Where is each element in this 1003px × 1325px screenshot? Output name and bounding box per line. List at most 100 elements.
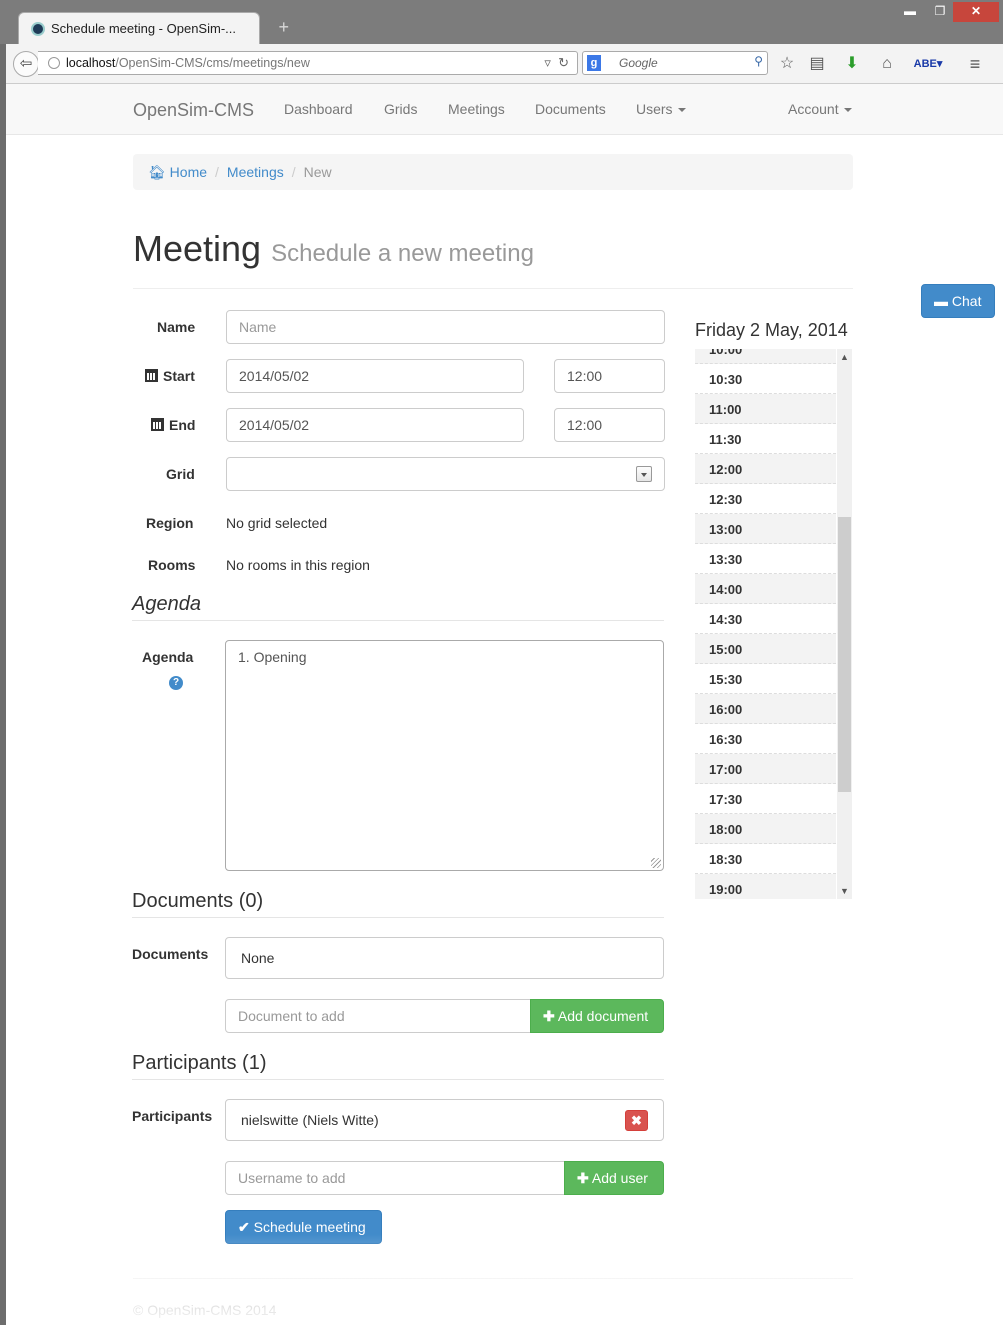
rooms-value: No rooms in this region xyxy=(226,557,370,573)
plus-icon: ✚ xyxy=(543,1008,555,1024)
schedule-meeting-button[interactable]: ✔ Schedule meeting xyxy=(225,1210,382,1244)
grid-label: Grid xyxy=(166,466,195,482)
calendar-day-view[interactable]: 10:00 10:30 11:00 11:30 12:00 12:30 13:00 13:30… xyxy=(695,349,852,899)
checkmark-icon: ✔ xyxy=(238,1219,250,1235)
download-icon[interactable]: ⬇ xyxy=(841,53,863,75)
breadcrumb-home[interactable]: 🏠︎ Home xyxy=(148,164,207,180)
reload-icon[interactable]: ▿ ↻ xyxy=(544,55,569,71)
agenda-label: Agenda xyxy=(142,649,194,665)
google-icon[interactable]: g xyxy=(587,55,601,71)
bookmark-star-icon[interactable]: ☆ xyxy=(776,53,798,75)
help-icon[interactable]: ? xyxy=(169,676,183,690)
site-brand[interactable]: OpenSim-CMS xyxy=(133,100,254,121)
start-date-input[interactable]: 2014/05/02 xyxy=(226,359,524,393)
document-add-input[interactable]: Document to add xyxy=(225,999,531,1033)
calendar-time-slot[interactable]: 17:00 xyxy=(695,754,836,784)
documents-list-value: None xyxy=(241,950,275,966)
calendar-time-slot[interactable]: 12:30 xyxy=(695,484,836,514)
minimize-icon[interactable]: ▬ xyxy=(897,2,923,22)
rooms-label: Rooms xyxy=(148,557,196,573)
name-input[interactable]: Name xyxy=(226,310,665,344)
end-label-text: End xyxy=(169,417,196,433)
site-navbar: OpenSim-CMS Dashboard Grids Meetings Doc… xyxy=(6,84,1003,135)
comment-icon: ▬ xyxy=(934,293,948,309)
plus-icon: ✚ xyxy=(577,1170,589,1186)
reading-list-icon[interactable]: ▤ xyxy=(806,53,828,75)
calendar-time-slot[interactable]: 13:30 xyxy=(695,544,836,574)
grid-select[interactable] xyxy=(226,457,665,491)
calendar-time-slot[interactable]: 11:30 xyxy=(695,424,836,454)
end-date-input[interactable]: 2014/05/02 xyxy=(226,408,524,442)
close-window-icon[interactable]: ✕ xyxy=(953,2,999,22)
back-arrow-icon[interactable]: ⇦ xyxy=(13,51,39,77)
resize-grip-icon[interactable] xyxy=(651,858,661,868)
scroll-down-icon[interactable]: ▼ xyxy=(840,886,849,896)
add-user-label: Add user xyxy=(591,1170,648,1186)
breadcrumb-separator: / xyxy=(215,164,219,180)
site-favicon-icon xyxy=(31,22,45,36)
start-time-input[interactable]: 12:00 xyxy=(554,359,665,393)
agenda-textarea[interactable]: 1. Opening xyxy=(225,640,664,871)
name-label: Name xyxy=(157,319,196,335)
participants-section-title: Participants (1) xyxy=(132,1052,664,1080)
nav-documents[interactable]: Documents xyxy=(535,101,606,117)
calendar-time-slot[interactable]: 14:30 xyxy=(695,604,836,634)
remove-participant-icon[interactable]: ✖ xyxy=(625,1110,648,1131)
home-icon: 🏠︎ xyxy=(148,164,166,180)
nav-users-dropdown[interactable]: Users xyxy=(636,101,686,117)
chat-button[interactable]: ▬ Chat xyxy=(921,284,995,318)
breadcrumb-separator: / xyxy=(291,164,296,180)
calendar-time-slot[interactable]: 12:00 xyxy=(695,454,836,484)
end-time-input[interactable]: 12:00 xyxy=(554,408,665,442)
breadcrumb-current: New xyxy=(303,164,332,180)
calendar-icon xyxy=(151,418,164,431)
addon-abe-icon[interactable]: ABE▾ xyxy=(912,53,944,75)
participants-label: Participants xyxy=(132,1108,213,1124)
calendar-time-slot[interactable]: 10:00 xyxy=(695,349,836,364)
page-header: Meeting Schedule a new meeting xyxy=(133,228,853,289)
calendar-time-slot[interactable]: 16:00 xyxy=(695,694,836,724)
calendar-scrollbar[interactable]: ▲ ▼ xyxy=(837,349,852,899)
maximize-icon[interactable]: ❐ xyxy=(927,2,953,22)
participant-name: nielswitte (Niels Witte) xyxy=(241,1112,379,1128)
calendar-time-slot[interactable]: 13:00 xyxy=(695,514,836,544)
home-icon[interactable]: ⌂ xyxy=(876,53,898,75)
nav-meetings[interactable]: Meetings xyxy=(448,101,505,117)
calendar-time-slot[interactable]: 16:30 xyxy=(695,724,836,754)
start-label: Start xyxy=(145,368,195,384)
browser-toolbar: ⇦ localhost/OpenSim-CMS/cms/meetings/new… xyxy=(6,44,1003,84)
url-host: localhost xyxy=(66,56,116,70)
search-icon[interactable]: ⚲ xyxy=(754,54,763,68)
new-tab-icon[interactable]: + xyxy=(278,17,289,38)
chevron-down-icon[interactable] xyxy=(636,466,652,482)
agenda-text: 1. Opening xyxy=(238,649,307,665)
add-user-button[interactable]: ✚ Add user xyxy=(564,1161,664,1195)
nav-account-dropdown[interactable]: Account xyxy=(788,101,852,117)
breadcrumb-meetings[interactable]: Meetings xyxy=(227,164,284,180)
documents-label: Documents xyxy=(132,946,209,962)
breadcrumb-home-label: Home xyxy=(169,164,208,180)
address-bar[interactable]: localhost/OpenSim-CMS/cms/meetings/new ▿… xyxy=(38,51,578,75)
calendar-time-slot[interactable]: 18:30 xyxy=(695,844,836,874)
agenda-section-title: Agenda xyxy=(132,593,664,621)
page-subtitle: Schedule a new meeting xyxy=(271,240,534,267)
nav-grids[interactable]: Grids xyxy=(384,101,417,117)
calendar-time-slot[interactable]: 17:30 xyxy=(695,784,836,814)
calendar-time-slot[interactable]: 19:00 xyxy=(695,874,836,899)
nav-dashboard[interactable]: Dashboard xyxy=(284,101,353,117)
scrollbar-thumb[interactable] xyxy=(838,517,851,792)
menu-icon[interactable]: ≡ xyxy=(964,53,986,75)
calendar-time-slot[interactable]: 15:00 xyxy=(695,634,836,664)
add-document-button[interactable]: ✚ Add document xyxy=(530,999,664,1033)
calendar-time-slot[interactable]: 10:30 xyxy=(695,364,836,394)
scroll-up-icon[interactable]: ▲ xyxy=(840,352,849,362)
nav-account-label: Account xyxy=(788,101,839,117)
footer-copyright: © OpenSim-CMS 2014 xyxy=(133,1302,277,1318)
calendar-time-slot[interactable]: 15:30 xyxy=(695,664,836,694)
search-input[interactable]: g Google ⚲ xyxy=(582,51,768,75)
username-add-input[interactable]: Username to add xyxy=(225,1161,565,1195)
browser-tab[interactable]: Schedule meeting - OpenSim-... + xyxy=(18,12,289,44)
calendar-time-slot[interactable]: 14:00 xyxy=(695,574,836,604)
calendar-time-slot[interactable]: 18:00 xyxy=(695,814,836,844)
calendar-time-slot[interactable]: 11:00 xyxy=(695,394,836,424)
